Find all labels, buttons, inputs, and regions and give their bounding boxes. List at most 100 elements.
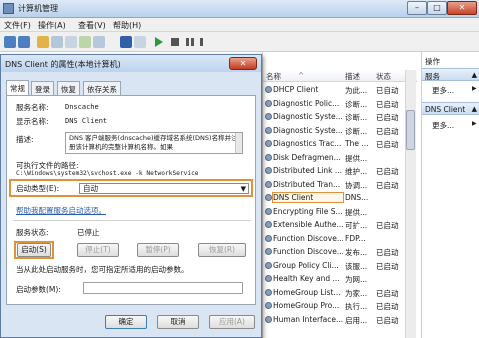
service-description: FDP... <box>345 233 366 243</box>
service-gear-icon <box>265 261 272 269</box>
service-name: HomeGroup List... <box>273 287 341 297</box>
table-row[interactable]: Function Discove... FDP... <box>263 232 417 246</box>
exe-path-value: C:\Windows\system32\svchost.exe -k Netwo… <box>16 170 199 177</box>
service-gear-icon <box>265 153 272 161</box>
stop-button[interactable]: 停止(T) <box>77 243 119 257</box>
start-service-icon[interactable] <box>155 37 163 47</box>
pause-service-icon[interactable] <box>186 38 194 46</box>
table-row[interactable]: DNS Client DNS... <box>263 191 417 205</box>
service-description: 发布... <box>345 248 368 257</box>
tab-general[interactable]: 常规 <box>6 80 29 95</box>
actions-more-services[interactable]: 更多... <box>432 85 454 96</box>
help-icon[interactable] <box>120 36 132 48</box>
table-row[interactable]: Encrypting File S... 提供... <box>263 205 417 219</box>
table-row[interactable]: Distributed Tran... 协调... 已启动 <box>263 178 417 192</box>
service-gear-icon <box>265 167 272 174</box>
table-row[interactable]: Health Key and ... 为网... <box>263 272 417 286</box>
properties-dialog: DNS Client 的属性(本地计算机) ✕ 常规 登录 恢复 依存关系 服务… <box>0 54 262 338</box>
apply-button[interactable]: 应用(A) <box>209 315 255 329</box>
menu-action[interactable]: 操作(A) <box>38 20 66 31</box>
ok-button[interactable]: 确定 <box>105 315 147 329</box>
description-field[interactable]: DNS 客户端服务(dnscache)缓存域名系统(DNS)名称并注册该计算机的… <box>65 132 243 154</box>
table-row[interactable]: Diagnostic Polic... 诊断... 已启动 <box>263 97 417 111</box>
computer-management-icon <box>3 3 14 14</box>
restart-service-icon[interactable] <box>200 38 209 46</box>
start-params-label: 启动参数(M): <box>16 285 61 294</box>
close-button[interactable]: ✕ <box>447 1 477 15</box>
start-params-input[interactable] <box>83 282 243 294</box>
table-row[interactable]: Group Policy Cli... 该服... 已启动 <box>263 259 417 273</box>
actions-section-dns-client[interactable]: DNS Client ▲ <box>422 102 479 115</box>
table-row[interactable]: Diagnostics Trac... The ... 已启动 <box>263 137 417 151</box>
collapse-arrow-icon[interactable]: ▲ <box>472 105 477 113</box>
tab-recovery[interactable]: 恢复 <box>57 81 80 95</box>
menu-file[interactable]: 文件(F) <box>4 20 31 31</box>
service-description: 协调... <box>345 180 368 190</box>
table-row[interactable]: Extensible Authe... 可扩... 已启动 <box>263 218 417 232</box>
service-name: DHCP Client <box>273 85 319 94</box>
menu-bar: 文件(F) 操作(A) 查看(V) 帮助(H) <box>0 18 479 32</box>
dialog-close-button[interactable]: ✕ <box>229 57 257 70</box>
service-name: Group Policy Cli... <box>273 260 339 270</box>
service-gear-icon <box>265 86 272 93</box>
service-description: 该服... <box>345 261 368 271</box>
list-scrollbar-thumb[interactable] <box>406 110 415 150</box>
service-gear-icon <box>265 248 272 255</box>
resume-button[interactable]: 恢复(R) <box>198 243 246 257</box>
table-row[interactable]: Function Discove... 发布... 已启动 <box>263 245 417 259</box>
console-tree-icon[interactable] <box>51 36 63 48</box>
column-description[interactable]: 描述 <box>345 71 360 82</box>
service-status: 已启动 <box>376 99 399 109</box>
export-list-icon[interactable] <box>93 36 105 48</box>
column-status[interactable]: 状态 <box>376 71 391 82</box>
window-title: 计算机管理 <box>18 4 58 13</box>
tab-logon[interactable]: 登录 <box>31 81 54 95</box>
stop-service-icon[interactable] <box>171 38 179 46</box>
tab-dependencies[interactable]: 依存关系 <box>83 81 121 95</box>
properties-icon[interactable] <box>65 36 77 48</box>
toolbar <box>0 32 479 52</box>
actions-section-services[interactable]: 服务 ▲ <box>422 68 479 81</box>
description-scrollbar[interactable] <box>235 133 242 153</box>
menu-help[interactable]: 帮助(H) <box>113 20 141 31</box>
refresh-icon[interactable] <box>79 36 91 48</box>
folder-up-icon[interactable] <box>37 36 49 48</box>
table-row[interactable]: Disk Defragmen... 提供... <box>263 151 417 165</box>
service-description: 为网... <box>345 275 368 284</box>
actions-section-label: DNS Client <box>425 105 466 114</box>
cancel-button[interactable]: 取消 <box>157 315 199 329</box>
column-name[interactable]: 名称 <box>266 71 281 82</box>
actions-more-dns-client[interactable]: 更多... <box>432 120 454 131</box>
service-name: Disk Defragmen... <box>273 152 341 162</box>
table-row[interactable]: DHCP Client 为此... 已自动 <box>263 83 417 97</box>
start-button[interactable]: 启动(S) <box>17 243 51 257</box>
table-row[interactable]: HomeGroup Pro... 执行... 已启动 <box>263 299 417 313</box>
service-gear-icon <box>265 315 272 323</box>
table-row[interactable]: Distributed Link ... 维护... 已启动 <box>263 164 417 178</box>
service-description: 执行... <box>345 302 368 311</box>
help-configure-link[interactable]: 帮助我配置服务启动选项。 <box>16 205 106 216</box>
forward-icon[interactable] <box>18 36 30 48</box>
list-header: 名称 ^ 描述 状态 <box>263 70 417 82</box>
startup-type-select[interactable]: 自动 ▼ <box>79 183 249 194</box>
pause-button[interactable]: 暂停(P) <box>137 243 179 257</box>
menu-view[interactable]: 查看(V) <box>78 20 106 31</box>
table-row[interactable]: Diagnostic Syste... 诊断... 已启动 <box>263 124 417 138</box>
service-name: Function Discove... <box>273 247 343 256</box>
display-name-label: 显示名称: <box>16 117 49 126</box>
maximize-button[interactable]: □ <box>427 1 447 15</box>
service-description: 可扩... <box>345 221 368 230</box>
service-gear-icon <box>265 180 272 188</box>
collapse-arrow-icon[interactable]: ▲ <box>472 71 477 79</box>
table-row[interactable]: Diagnostic Syste... 诊断... 已启动 <box>263 110 417 124</box>
table-row[interactable]: HomeGroup List... 为家... 已启动 <box>263 286 417 300</box>
service-gear-icon <box>265 221 272 228</box>
service-name: Human Interface... <box>273 314 343 324</box>
table-row[interactable]: Human Interface... 启用... 已启动 <box>263 313 417 327</box>
minimize-button[interactable]: – <box>407 1 427 15</box>
view-icon[interactable] <box>134 36 146 48</box>
back-icon[interactable] <box>4 36 16 48</box>
service-gear-icon <box>265 207 272 215</box>
general-panel: 服务名称: Dnscache 显示名称: DNS Client 描述: DNS … <box>6 95 256 305</box>
service-status: 已启动 <box>376 113 399 122</box>
